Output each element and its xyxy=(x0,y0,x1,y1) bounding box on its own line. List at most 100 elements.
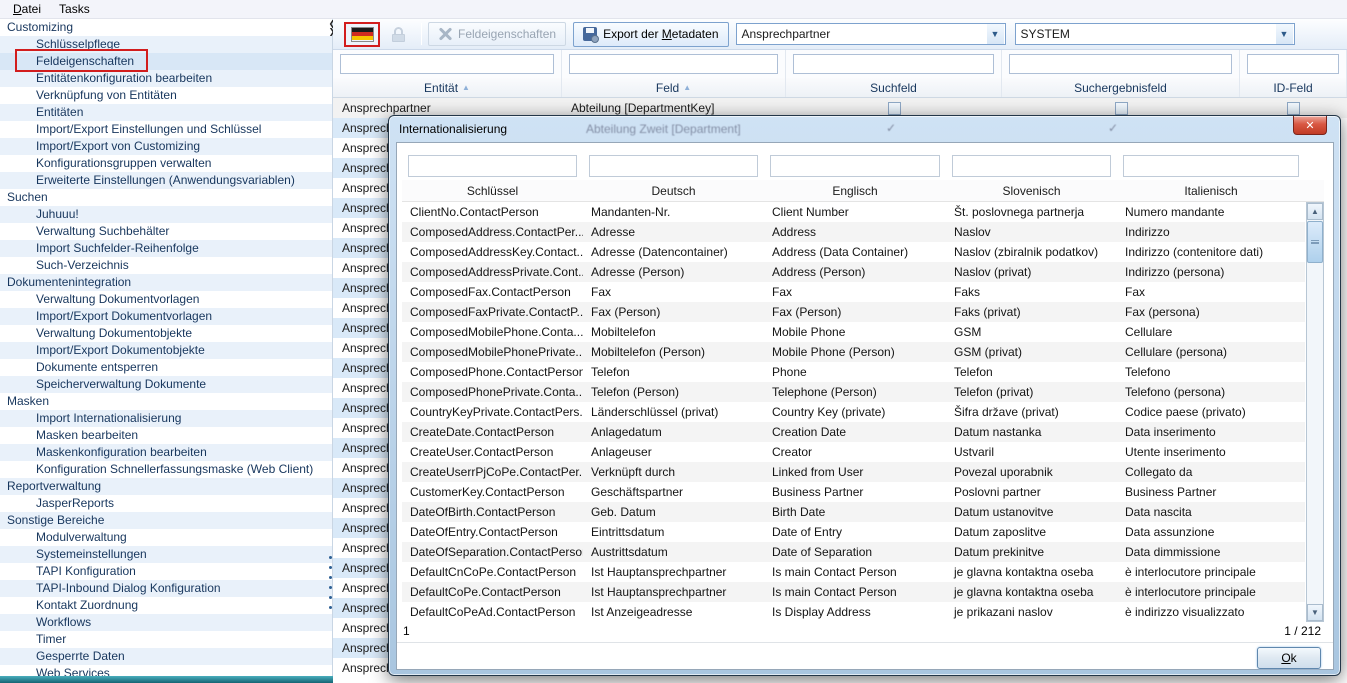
sidebar-item-suchen[interactable]: Suchen xyxy=(0,189,332,206)
menu-bar: Datei Tasks xyxy=(0,0,1347,19)
filter-input-id-feld[interactable] xyxy=(1247,54,1339,74)
sidebar-item-timer[interactable]: Timer xyxy=(0,631,332,648)
column-header-id-feld[interactable]: ID-Feld xyxy=(1240,78,1347,97)
sidebar-item-masken-bearbeiten[interactable]: Masken bearbeiten xyxy=(0,427,332,444)
column-header-entit-t[interactable]: Entität▲ xyxy=(333,78,562,97)
sidebar-item-import-export-einstellungen-und-schl-ssel[interactable]: Import/Export Einstellungen und Schlüsse… xyxy=(0,121,332,138)
export-metadata-button[interactable]: Export der Metadaten xyxy=(573,22,728,47)
checkbox[interactable] xyxy=(888,102,901,115)
table-row[interactable]: ComposedPhonePrivate.Conta...Telefon (Pe… xyxy=(402,382,1305,402)
table-row[interactable]: ComposedMobilePhonePrivate...Mobiltelefo… xyxy=(402,342,1305,362)
close-button[interactable]: ✕ xyxy=(1293,116,1327,135)
table-row[interactable]: DefaultCoPeAd.ContactPersonIst Anzeigead… xyxy=(402,602,1305,622)
sidebar-item-import-export-dokumentobjekte[interactable]: Import/Export Dokumentobjekte xyxy=(0,342,332,359)
table-cell: je glavna kontaktna oseba xyxy=(946,582,1117,602)
sidebar-item-schl-sselpflege[interactable]: Schlüsselpflege xyxy=(0,36,332,53)
vertical-scrollbar[interactable]: ▲ ▼ xyxy=(1306,202,1324,622)
table-row[interactable]: DefaultCoPe.ContactPersonIst Hauptanspre… xyxy=(402,582,1305,602)
dialog-column-header-italienisch[interactable]: Italienisch xyxy=(1117,180,1305,201)
table-cell: Data nascita xyxy=(1117,502,1305,522)
column-header-suchfeld[interactable]: Suchfeld xyxy=(786,78,1002,97)
sidebar-item-modulverwaltung[interactable]: Modulverwaltung xyxy=(0,529,332,546)
checkbox[interactable] xyxy=(1287,102,1300,115)
menu-item-tasks[interactable]: Tasks xyxy=(50,0,99,19)
sidebar-item-konfiguration-schnellerfassungsmaske-web-client[interactable]: Konfiguration Schnellerfassungsmaske (We… xyxy=(0,461,332,478)
table-row[interactable]: ComposedMobilePhone.Conta...Mobiltelefon… xyxy=(402,322,1305,342)
filter-input-suchfeld[interactable] xyxy=(793,54,994,74)
table-row[interactable]: CountryKeyPrivate.ContactPers...Ländersc… xyxy=(402,402,1305,422)
sidebar-item-workflows[interactable]: Workflows xyxy=(0,614,332,631)
scroll-up-button[interactable]: ▲ xyxy=(1307,203,1323,220)
checkbox[interactable] xyxy=(1115,102,1128,115)
table-row[interactable]: DateOfSeparation.ContactPersonAustrittsd… xyxy=(402,542,1305,562)
sidebar-item-import-suchfelder-reihenfolge[interactable]: Import Suchfelder-Reihenfolge xyxy=(0,240,332,257)
sidebar-item-verwaltung-suchbeh-lter[interactable]: Verwaltung Suchbehälter xyxy=(0,223,332,240)
sidebar-item-customizing[interactable]: Customizing xyxy=(0,19,332,36)
sidebar-item-feldeigenschaften[interactable]: Feldeigenschaften xyxy=(0,53,332,70)
table-row[interactable]: DateOfBirth.ContactPersonGeb. DatumBirth… xyxy=(402,502,1305,522)
column-header-suchergebnisfeld[interactable]: Suchergebnisfeld xyxy=(1002,78,1240,97)
dialog-filter-input-schl-ssel[interactable] xyxy=(408,155,577,177)
sidebar-item-juhuuu[interactable]: Juhuuu! xyxy=(0,206,332,223)
table-row[interactable]: ComposedFax.ContactPersonFaxFaxFaksFax xyxy=(402,282,1305,302)
sidebar-item-tapi-konfiguration[interactable]: TAPI Konfiguration xyxy=(0,563,332,580)
sidebar-item-dokumente-entsperren[interactable]: Dokumente entsperren xyxy=(0,359,332,376)
sidebar-item-import-export-von-customizing[interactable]: Import/Export von Customizing xyxy=(0,138,332,155)
table-row[interactable]: ComposedAddressPrivate.Cont...Adresse (P… xyxy=(402,262,1305,282)
splitter-grip-icon[interactable] xyxy=(329,556,332,609)
sidebar-item-masken[interactable]: Masken xyxy=(0,393,332,410)
table-row[interactable]: CreateDate.ContactPersonAnlagedatumCreat… xyxy=(402,422,1305,442)
sidebar-item-konfigurationsgruppen-verwalten[interactable]: Konfigurationsgruppen verwalten xyxy=(0,155,332,172)
filter-input-entit-t[interactable] xyxy=(340,54,554,74)
dialog-title-bar[interactable]: Internationalisierung Abteilung Zweit [D… xyxy=(389,116,1340,142)
sidebar-item-maskenkonfiguration-bearbeiten[interactable]: Maskenkonfiguration bearbeiten xyxy=(0,444,332,461)
sidebar-item-systemeinstellungen[interactable]: Systemeinstellungen xyxy=(0,546,332,563)
sidebar-item-such-verzeichnis[interactable]: Such-Verzeichnis xyxy=(0,257,332,274)
dialog-column-header-englisch[interactable]: Englisch xyxy=(764,180,946,201)
sidebar-item-verwaltung-dokumentobjekte[interactable]: Verwaltung Dokumentobjekte xyxy=(0,325,332,342)
column-header-feld[interactable]: Feld▲ xyxy=(562,78,786,97)
dialog-column-header-slovenisch[interactable]: Slovenisch xyxy=(946,180,1117,201)
table-row[interactable]: ComposedPhone.ContactPersonTelefonPhoneT… xyxy=(402,362,1305,382)
sidebar-item-verwaltung-dokumentvorlagen[interactable]: Verwaltung Dokumentvorlagen xyxy=(0,291,332,308)
table-row[interactable]: ClientNo.ContactPersonMandanten-Nr.Clien… xyxy=(402,202,1305,222)
table-row[interactable]: ComposedFaxPrivate.ContactP...Fax (Perso… xyxy=(402,302,1305,322)
dialog-column-header-schl-ssel[interactable]: Schlüssel xyxy=(402,180,583,201)
dialog-column-header-deutsch[interactable]: Deutsch xyxy=(583,180,764,201)
table-row[interactable]: ComposedAddress.ContactPer...AdresseAddr… xyxy=(402,222,1305,242)
filter-input-suchergebnisfeld[interactable] xyxy=(1009,54,1232,74)
menu-item-datei[interactable]: Datei xyxy=(4,0,50,19)
dialog-filter-input-italienisch[interactable] xyxy=(1123,155,1299,177)
sidebar-item-kontakt-zuordnung[interactable]: Kontakt Zuordnung xyxy=(0,597,332,614)
sidebar-item-reportverwaltung[interactable]: Reportverwaltung xyxy=(0,478,332,495)
entity-dropdown[interactable]: Ansprechpartner ▼ xyxy=(736,23,1006,45)
dialog-filter-input-englisch[interactable] xyxy=(770,155,940,177)
sidebar-item-sonstige-bereiche[interactable]: Sonstige Bereiche xyxy=(0,512,332,529)
table-row[interactable]: CreateUser.ContactPersonAnlageuserCreato… xyxy=(402,442,1305,462)
filter-input-feld[interactable] xyxy=(569,54,778,74)
table-row[interactable]: DefaultCnCoPe.ContactPersonIst Hauptansp… xyxy=(402,562,1305,582)
sidebar-item-entit-tenkonfiguration-bearbeiten[interactable]: Entitätenkonfiguration bearbeiten xyxy=(0,70,332,87)
sidebar-item-jasperreports[interactable]: JasperReports xyxy=(0,495,332,512)
dialog-filter-input-slovenisch[interactable] xyxy=(952,155,1111,177)
sidebar-item-import-internationalisierung[interactable]: Import Internationalisierung xyxy=(0,410,332,427)
sidebar-item-dokumentenintegration[interactable]: Dokumentenintegration xyxy=(0,274,332,291)
ok-button[interactable]: Ok xyxy=(1257,647,1321,669)
sidebar-item-import-export-dokumentvorlagen[interactable]: Import/Export Dokumentvorlagen xyxy=(0,308,332,325)
table-row[interactable]: CustomerKey.ContactPersonGeschäftspartne… xyxy=(402,482,1305,502)
sidebar-item-erweiterte-einstellungen-anwendungsvariablen[interactable]: Erweiterte Einstellungen (Anwendungsvari… xyxy=(0,172,332,189)
sidebar-item-gesperrte-daten[interactable]: Gesperrte Daten xyxy=(0,648,332,665)
sidebar-item-verkn-pfung-von-entit-ten[interactable]: Verknüpfung von Entitäten xyxy=(0,87,332,104)
table-row[interactable]: DateOfEntry.ContactPersonEintrittsdatumD… xyxy=(402,522,1305,542)
sidebar-item-entit-ten[interactable]: Entitäten xyxy=(0,104,332,121)
dialog-filter-input-deutsch[interactable] xyxy=(589,155,758,177)
user-dropdown[interactable]: SYSTEM ▼ xyxy=(1015,23,1295,45)
table-row[interactable]: ComposedAddressKey.Contact...Adresse (Da… xyxy=(402,242,1305,262)
sidebar-item-speicherverwaltung-dokumente[interactable]: Speicherverwaltung Dokumente xyxy=(0,376,332,393)
scrollbar-thumb[interactable] xyxy=(1307,221,1323,263)
field-properties-button[interactable]: Feldeigenschaften xyxy=(428,22,566,46)
scroll-down-button[interactable]: ▼ xyxy=(1307,604,1323,621)
language-flag-button[interactable] xyxy=(344,22,380,47)
sidebar-item-tapi-inbound-dialog-konfiguration[interactable]: TAPI-Inbound Dialog Konfiguration xyxy=(0,580,332,597)
table-row[interactable]: CreateUserrPjCoPe.ContactPer...Verknüpft… xyxy=(402,462,1305,482)
